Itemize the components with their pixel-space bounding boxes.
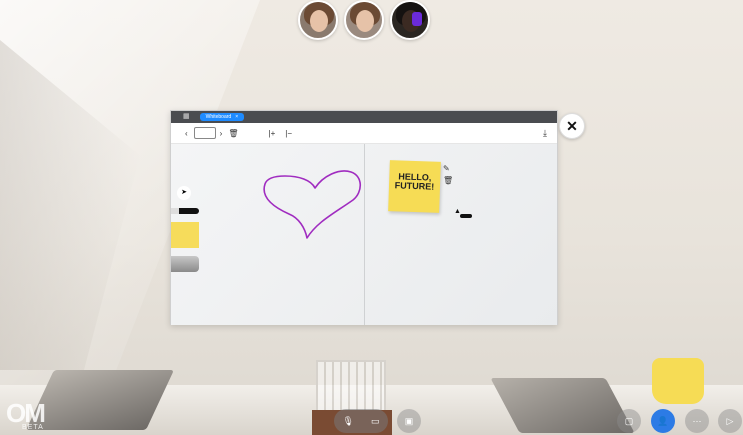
tab-close-icon[interactable]: × [235, 113, 238, 121]
share-button[interactable]: ▣ [397, 409, 421, 433]
close-button[interactable]: ✕ [559, 113, 585, 139]
tab-label: Whiteboard [205, 114, 232, 120]
whiteboard-titlebar: ▦ Whiteboard × [171, 111, 557, 123]
navigate-icon[interactable]: ➤ [177, 186, 191, 200]
prev-page-icon[interactable]: ‹ [185, 129, 188, 138]
trash-icon[interactable]: 🗑 [443, 176, 453, 185]
brand-beta: BETA [22, 424, 44, 431]
media-controls: 🎙 ▭ [334, 409, 388, 433]
camera-icon[interactable]: ▭ [371, 416, 380, 427]
page-number-field[interactable] [193, 127, 216, 139]
heart-drawing[interactable] [259, 170, 365, 242]
people-button[interactable]: 👤 [651, 409, 675, 433]
edit-icon[interactable]: ✎ [443, 164, 450, 173]
whiteboard-canvas[interactable]: ➤ HELLO, FUTURE! ✎ 🗑 ▲ [171, 144, 557, 325]
sticky-note[interactable]: HELLO, FUTURE! [388, 160, 441, 213]
sticky-note-tool[interactable] [171, 222, 199, 248]
delete-page-icon[interactable]: 🗑 [228, 129, 238, 138]
avatar[interactable] [298, 0, 338, 40]
heart-stroke [263, 170, 362, 239]
yellow-object [652, 358, 704, 404]
microphone-icon[interactable]: 🎙 [343, 416, 354, 427]
eraser-tool[interactable] [171, 256, 199, 272]
next-page-icon[interactable]: › [220, 129, 223, 138]
sticky-note-line-2: FUTURE! [394, 180, 435, 192]
grid-icon[interactable]: ▦ [183, 113, 190, 121]
download-icon[interactable]: ⤓ [543, 128, 547, 139]
avatar[interactable] [390, 0, 430, 40]
exit-button[interactable]: ▷ [718, 409, 742, 433]
participant-avatars [298, 0, 430, 40]
remove-page-icon[interactable]: |− [285, 129, 292, 138]
avatar[interactable] [344, 0, 384, 40]
whiteboard-window: ▦ Whiteboard × ‹ › 🗑 |+ |− ⤓ ➤ HELLO, FU… [170, 110, 558, 325]
tab-whiteboard[interactable]: Whiteboard × [199, 113, 245, 121]
pen-tip [171, 208, 179, 214]
whiteboard-toolbar: ‹ › 🗑 |+ |− ⤓ [171, 123, 557, 144]
more-button[interactable]: ⋯ [685, 409, 709, 433]
screen-icon[interactable]: ▢ [617, 409, 641, 433]
add-page-icon[interactable]: |+ [269, 129, 276, 138]
cursor-label [460, 214, 472, 218]
